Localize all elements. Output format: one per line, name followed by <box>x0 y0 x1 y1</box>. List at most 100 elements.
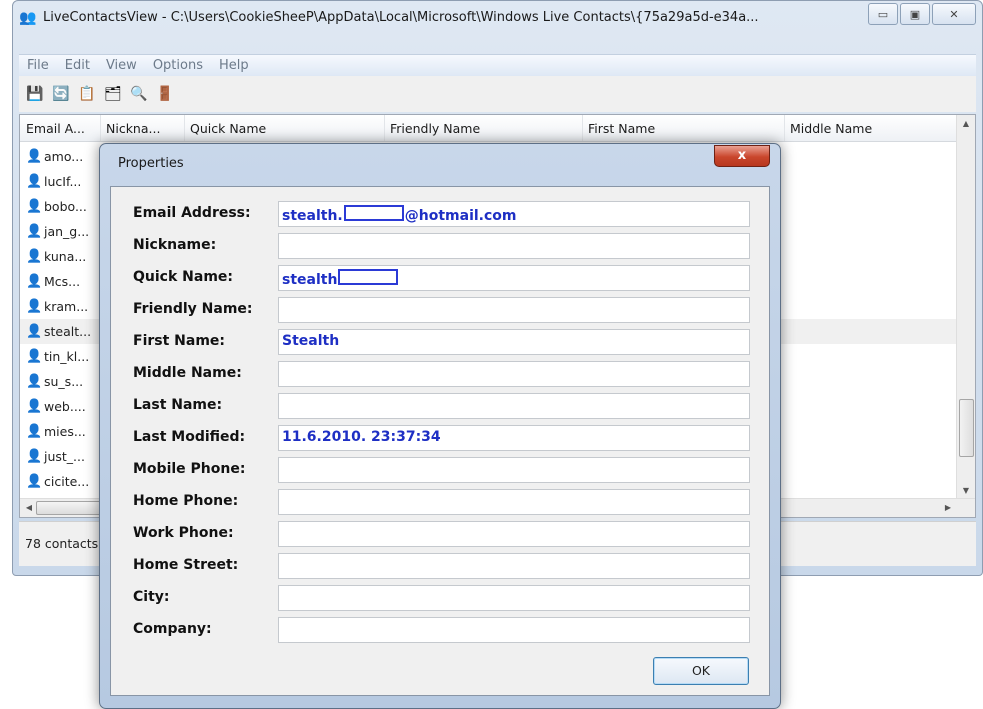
save-icon[interactable]: 💾 <box>25 84 45 104</box>
column-headers: Email A... Nickna... Quick Name Friendly… <box>20 115 957 142</box>
field-label: Last Modified: <box>133 429 246 445</box>
contact-email: web.... <box>44 399 86 414</box>
field-label: Work Phone: <box>133 525 234 541</box>
contact-icon: 👤 <box>26 274 43 289</box>
contact-icon: 👤 <box>26 149 43 164</box>
toolbar: 💾 🔄 📋 🗂 🔍 🚪 <box>19 76 976 112</box>
contact-email: stealt... <box>44 324 92 339</box>
field-label: Middle Name: <box>133 365 242 381</box>
contact-icon: 👤 <box>26 174 43 189</box>
ok-button[interactable]: OK <box>653 657 749 685</box>
contact-icon: 👤 <box>26 324 43 339</box>
menu-view[interactable]: View <box>98 58 145 73</box>
field-value[interactable] <box>278 297 750 323</box>
contact-icon: 👤 <box>26 374 43 389</box>
contact-icon: 👤 <box>26 474 43 489</box>
field-value[interactable] <box>278 617 750 643</box>
column-email[interactable]: Email A... <box>26 121 85 136</box>
refresh-icon[interactable]: 🔄 <box>51 84 71 104</box>
field-label: Email Address: <box>133 205 251 221</box>
app-icon: 👥 <box>19 10 37 26</box>
contact-email: su_s... <box>44 374 84 389</box>
properties-icon[interactable]: 🗂 <box>103 84 123 104</box>
contact-icon: 👤 <box>26 449 43 464</box>
field-value-text: Stealth <box>282 333 340 349</box>
field-label: First Name: <box>133 333 226 349</box>
contact-icon: 👤 <box>26 399 43 414</box>
column-first-name[interactable]: First Name <box>588 121 655 136</box>
contact-email: tin_kl... <box>44 349 90 364</box>
minimize-button[interactable]: ▭ <box>868 3 898 25</box>
field-value[interactable] <box>278 233 750 259</box>
menu-bar: File Edit View Options Help <box>19 54 976 76</box>
field-label: Nickname: <box>133 237 217 253</box>
contact-icon: 👤 <box>26 199 43 214</box>
title-bar[interactable]: 👥 LiveContactsView - C:\Users\CookieShee… <box>13 1 982 35</box>
find-icon[interactable]: 🔍 <box>129 84 149 104</box>
vertical-scrollbar[interactable]: ▲ ▼ <box>956 115 975 499</box>
field-label: Mobile Phone: <box>133 461 246 477</box>
column-quick-name[interactable]: Quick Name <box>190 121 266 136</box>
field-value-text: 11.6.2010. 23:37:34 <box>282 429 441 445</box>
contact-email: Mcs... <box>44 274 81 289</box>
field-label: City: <box>133 589 170 605</box>
redaction-box <box>338 269 399 285</box>
field-value[interactable] <box>278 393 750 419</box>
field-value[interactable] <box>278 489 750 515</box>
dialog-title: Properties <box>118 156 184 171</box>
field-value-text: stealth <box>282 272 338 288</box>
field-value-suffix: @hotmail.com <box>404 208 517 224</box>
window-controls: ▭ ▣ ✕ <box>866 3 976 25</box>
field-value[interactable]: stealth <box>278 265 750 291</box>
contact-icon: 👤 <box>26 424 43 439</box>
scroll-down-icon[interactable]: ▼ <box>957 482 975 499</box>
contact-icon: 👤 <box>26 349 43 364</box>
window-title: LiveContactsView - C:\Users\CookieSheeP\… <box>43 10 759 25</box>
contact-email: kram... <box>44 299 89 314</box>
contact-icon: 👤 <box>26 299 43 314</box>
properties-dialog: Properties x Email Address: stealth. @hotm… <box>99 143 781 709</box>
menu-edit[interactable]: Edit <box>57 58 98 73</box>
column-friendly-name[interactable]: Friendly Name <box>390 121 480 136</box>
status-text: 78 contacts, <box>25 536 103 551</box>
contact-email: kuna... <box>44 249 87 264</box>
contact-icon: 👤 <box>26 249 43 264</box>
column-nickname[interactable]: Nickna... <box>106 121 160 136</box>
scroll-right-icon[interactable]: ▶ <box>939 499 957 517</box>
field-value[interactable] <box>278 457 750 483</box>
maximize-button[interactable]: ▣ <box>900 3 930 25</box>
copy-icon[interactable]: 📋 <box>77 84 97 104</box>
field-label: Friendly Name: <box>133 301 253 317</box>
dialog-close-button[interactable]: x <box>714 145 770 167</box>
menu-file[interactable]: File <box>19 58 57 73</box>
close-button[interactable]: ✕ <box>932 3 976 25</box>
dialog-body: Email Address: stealth. @hotmail.com Nickna… <box>110 186 770 696</box>
column-middle-name[interactable]: Middle Name <box>790 121 872 136</box>
contact-email: cicite... <box>44 474 90 489</box>
redaction-box <box>343 205 404 221</box>
field-label: Company: <box>133 621 212 637</box>
contact-email: jan_g... <box>44 224 90 239</box>
scroll-up-icon[interactable]: ▲ <box>957 115 975 132</box>
contact-email: bobo... <box>44 199 87 214</box>
scroll-thumb[interactable] <box>959 399 974 457</box>
field-value[interactable]: Stealth <box>278 329 750 355</box>
contact-email: just_... <box>44 449 85 464</box>
field-value[interactable] <box>278 585 750 611</box>
contact-email: lucIf... <box>44 174 82 189</box>
field-label: Last Name: <box>133 397 223 413</box>
field-value[interactable]: stealth. @hotmail.com <box>278 201 750 227</box>
menu-options[interactable]: Options <box>145 58 211 73</box>
field-label: Home Street: <box>133 557 239 573</box>
menu-help[interactable]: Help <box>211 58 257 73</box>
field-value[interactable] <box>278 361 750 387</box>
contact-email: mies... <box>44 424 86 439</box>
exit-icon[interactable]: 🚪 <box>155 84 175 104</box>
field-value[interactable] <box>278 553 750 579</box>
field-value-text: stealth. <box>282 208 343 224</box>
field-label: Quick Name: <box>133 269 233 285</box>
field-value[interactable]: 11.6.2010. 23:37:34 <box>278 425 750 451</box>
field-value[interactable] <box>278 521 750 547</box>
contact-icon: 👤 <box>26 224 43 239</box>
contact-email: amo... <box>44 149 84 164</box>
